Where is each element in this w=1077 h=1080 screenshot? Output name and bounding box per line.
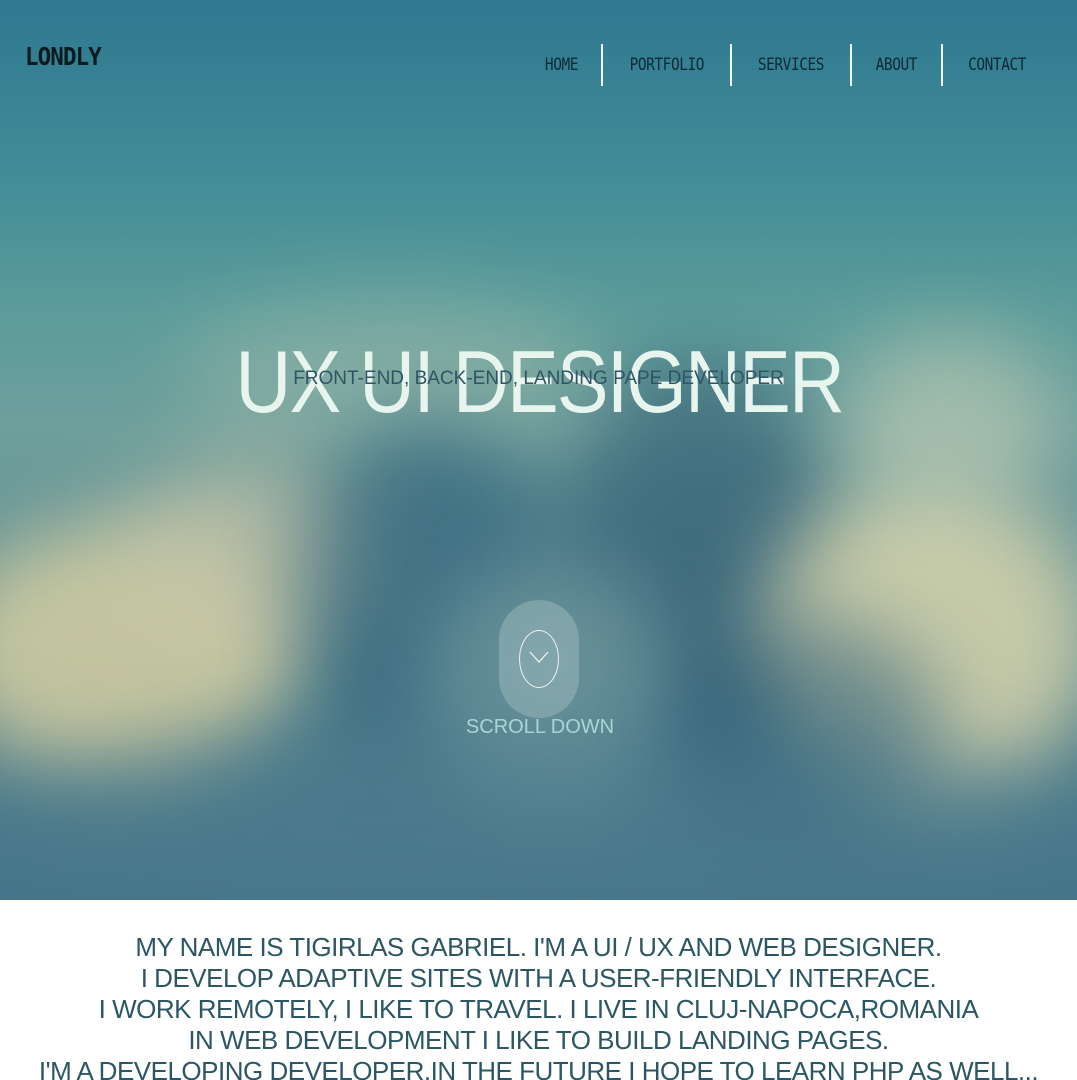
nav-about[interactable]: ABOUT — [859, 44, 934, 86]
nav-contact[interactable]: CONTACT — [951, 44, 1043, 86]
about-line: IN WEB DEVELOPMENT I LIKE TO BUILD LANDI… — [188, 1025, 889, 1055]
nav-divider — [850, 44, 853, 86]
nav-services[interactable]: SERVICES — [741, 44, 841, 86]
nav-divider — [600, 44, 603, 86]
chevron-down-icon — [528, 650, 550, 669]
about-text: MY NAME IS TIGIRLAS GABRIEL. I'M A UI / … — [0, 932, 1077, 1080]
hero-section: LONDLY HOME PORTFOLIO SERVICES ABOUT CON… — [0, 0, 1077, 900]
nav-home[interactable]: HOME — [528, 44, 595, 86]
about-line: MY NAME IS TIGIRLAS GABRIEL. I'M A UI / … — [135, 932, 942, 962]
about-line: I'M A DEVELOPING DEVELOPER.IN THE FUTURE… — [38, 1056, 1039, 1080]
hero-subtitle: FRONT-END, BACK-END, LANDING PAPE DEVELO… — [293, 368, 784, 389]
nav-divider — [940, 44, 943, 86]
about-section: MY NAME IS TIGIRLAS GABRIEL. I'M A UI / … — [0, 900, 1077, 1080]
main-nav: HOME PORTFOLIO SERVICES ABOUT CONTACT — [522, 44, 1051, 86]
page: LONDLY HOME PORTFOLIO SERVICES ABOUT CON… — [0, 0, 1077, 1080]
scroll-down-button[interactable] — [519, 630, 559, 688]
about-line: I DEVELOP ADAPTIVE SITES WITH A USER-FRI… — [140, 963, 937, 993]
nav-portfolio[interactable]: PORTFOLIO — [612, 44, 720, 86]
about-line: I WORK REMOTELY, I LIKE TO TRAVEL. I LIV… — [98, 994, 979, 1024]
scroll-down-label[interactable]: SCROLL DOWN — [0, 716, 1077, 739]
nav-divider — [730, 44, 733, 86]
site-logo[interactable]: LONDLY — [25, 42, 102, 71]
